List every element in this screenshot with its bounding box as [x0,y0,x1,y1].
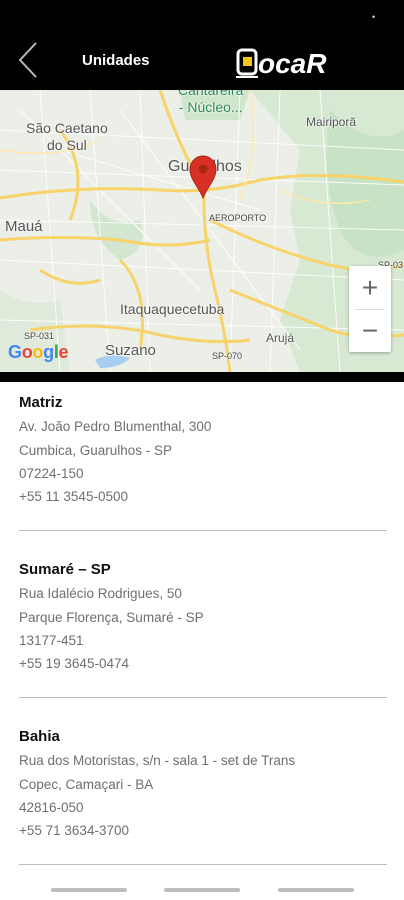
google-attribution: Google [8,342,69,362]
zoom-out-button[interactable]: − [349,309,391,352]
divider [19,864,387,865]
chevron-left-icon [18,42,37,78]
divider [19,697,387,698]
tab-indicator[interactable] [164,888,240,892]
unit-address: Rua dos Motoristas, s/n - sala 1 - set d… [19,753,296,768]
unit-phone[interactable]: +55 71 3634-3700 [19,823,129,838]
map-label-aeroporto: AEROPORTO [209,213,267,223]
divider [19,530,387,531]
map-bottom-bar [0,372,404,382]
map-label-mairipora: Mairiporã [306,115,357,129]
unit-address: Av. João Pedro Blumenthal, 300 [19,419,212,434]
unit-name: Sumaré – SP [19,561,111,578]
tab-indicator[interactable] [278,888,354,892]
unit-zip: 13177-451 [19,633,84,648]
status-bar: • [0,0,404,28]
unit-address: Rua Idalécio Rodrigues, 50 [19,586,182,601]
map-label-suzano: Suzano [105,342,156,359]
map-label-sp070: SP-070 [212,351,243,361]
map-label-aruja: Arujá [266,331,295,345]
unit-name: Matriz [19,394,63,411]
app-header: Unidades ocaR [0,28,404,90]
unit-zip: 42816-050 [19,800,84,815]
bottom-tab-indicators [0,888,404,892]
map-label-maua: Mauá [5,218,43,235]
unit-phone[interactable]: +55 11 3545-0500 [19,489,128,504]
unit-city: Copec, Camaçari - BA [19,777,154,792]
unit-phone[interactable]: +55 19 3645-0474 [19,656,129,671]
signal-icon: • [372,12,376,22]
unit-name: Bahia [19,728,60,745]
brand-logo: ocaR [236,48,327,78]
map-label-cantareira: Cantareira - Núcleo... [178,90,244,115]
map-pin-icon[interactable] [189,155,217,199]
unit-zip: 07224-150 [19,466,84,481]
zoom-in-button[interactable]: + [349,266,391,309]
map-label-itaquaquecetuba: Itaquaquecetuba [120,301,225,317]
page-title: Unidades [82,52,150,69]
back-button[interactable] [14,41,42,79]
unit-city: Parque Florença, Sumaré - SP [19,610,204,625]
map-view[interactable]: Cantareira - Núcleo... São Caetano do Su… [0,90,404,372]
zoom-control: + − [349,266,391,352]
tab-indicator[interactable] [51,888,127,892]
unit-city: Cumbica, Guarulhos - SP [19,443,173,458]
map-label-sao-caetano: São Caetano do Sul [26,120,108,153]
svg-text:ocaR: ocaR [258,48,327,78]
